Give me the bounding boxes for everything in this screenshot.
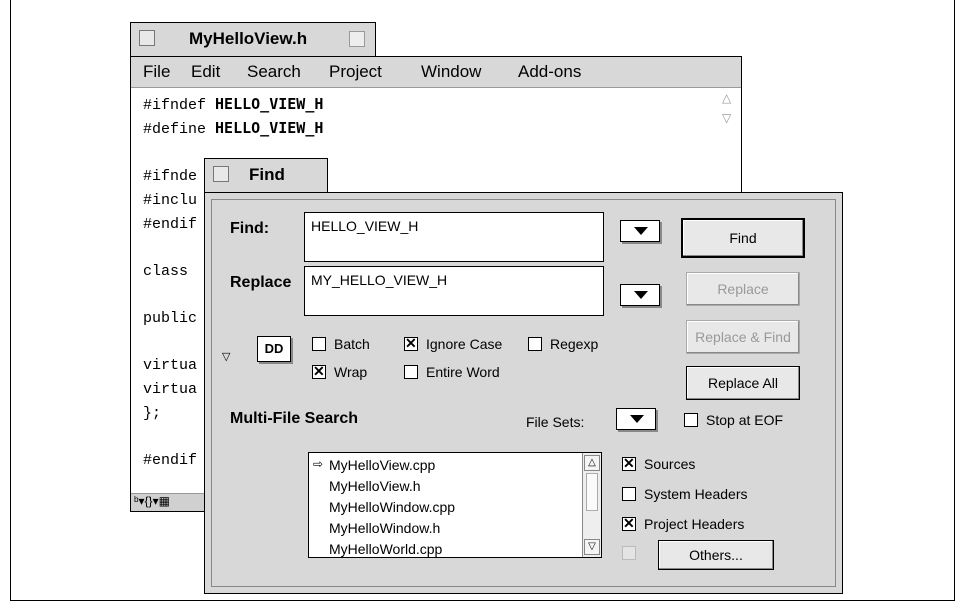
code-line-text: public xyxy=(143,310,198,327)
project-headers-label: Project Headers xyxy=(644,516,745,532)
list-item[interactable]: MyHelloWorld.cpp xyxy=(329,541,442,557)
editor-title-tab[interactable]: MyHelloView.h xyxy=(130,22,376,56)
multi-file-search-label: Multi-File Search xyxy=(230,410,359,427)
ignore-case-checkbox[interactable]: Ignore Case xyxy=(404,335,503,352)
code-line-text: #endif xyxy=(143,452,198,469)
scroll-down-icon[interactable]: ▽ xyxy=(722,111,731,125)
code-line-text: #endif xyxy=(143,216,198,233)
stop-at-eof-checkbox-box[interactable] xyxy=(684,413,698,427)
find-title-tab[interactable]: Find xyxy=(204,158,328,192)
others-checkbox-box xyxy=(622,546,636,560)
close-box-icon[interactable] xyxy=(139,30,155,46)
others-button[interactable]: Others... xyxy=(658,540,774,570)
code-line-text: }; xyxy=(143,405,162,422)
sources-checkbox[interactable]: Sources xyxy=(622,455,696,472)
wrap-checkbox[interactable]: Wrap xyxy=(312,363,368,380)
system-headers-checkbox[interactable]: System Headers xyxy=(622,486,747,502)
replace-and-find-button[interactable]: Replace & Find xyxy=(686,320,800,354)
ignore-case-label: Ignore Case xyxy=(426,336,503,352)
code-line-text: virtua xyxy=(143,381,198,398)
replace-history-dropdown[interactable] xyxy=(620,284,660,306)
sources-checkbox-box[interactable] xyxy=(622,455,636,472)
scroll-thumb[interactable] xyxy=(586,473,598,511)
code-line: #define HELLO_VIEW_H xyxy=(143,117,323,141)
wrap-label: Wrap xyxy=(334,364,368,380)
list-item[interactable]: MyHelloWindow.h xyxy=(329,520,440,536)
entire-word-label: Entire Word xyxy=(426,364,500,380)
code-line-identifier: HELLO_VIEW_H xyxy=(215,119,324,137)
code-line-text: class xyxy=(143,263,198,280)
code-line-identifier: HELLO_VIEW_H xyxy=(215,95,324,113)
list-item[interactable]: MyHelloWindow.cpp xyxy=(329,499,455,515)
file-list[interactable]: ⇨ MyHelloView.cpp MyHelloView.h MyHelloW… xyxy=(308,452,602,558)
list-item[interactable]: MyHelloView.cpp xyxy=(329,457,435,473)
file-sets-dropdown[interactable] xyxy=(616,408,656,430)
menu-file[interactable]: File xyxy=(143,62,170,82)
scroll-up-icon[interactable]: △ xyxy=(722,91,731,105)
code-line-text: virtua xyxy=(143,357,198,374)
project-headers-checkbox[interactable]: Project Headers xyxy=(622,515,745,532)
find-field[interactable]: HELLO_VIEW_H xyxy=(304,212,604,262)
close-box-icon[interactable] xyxy=(213,166,229,182)
wrap-checkbox-box[interactable] xyxy=(312,363,326,380)
file-sets-label: File Sets: xyxy=(526,414,585,430)
find-title: Find xyxy=(249,165,285,184)
menu-edit[interactable]: Edit xyxy=(191,62,220,82)
batch-checkbox-box[interactable] xyxy=(312,337,326,351)
batch-checkbox[interactable]: Batch xyxy=(312,336,370,352)
stop-at-eof-label: Stop at EOF xyxy=(706,412,784,428)
replace-all-button[interactable]: Replace All xyxy=(686,366,800,400)
list-item[interactable]: MyHelloView.h xyxy=(329,478,421,494)
system-headers-label: System Headers xyxy=(644,486,748,502)
replace-label: Replace xyxy=(230,274,292,291)
menu-project[interactable]: Project xyxy=(329,62,382,82)
scroll-up-icon[interactable]: △ xyxy=(584,455,600,471)
menu-search[interactable]: Search xyxy=(247,62,301,82)
editor-status-bar[interactable]: ᵇ▾{}▾▦ xyxy=(131,493,211,511)
code-line-text: #inclu xyxy=(143,192,198,209)
project-headers-checkbox-box[interactable] xyxy=(622,515,636,532)
menu-addons[interactable]: Add-ons xyxy=(518,62,581,82)
menu-window[interactable]: Window xyxy=(421,62,481,82)
sources-label: Sources xyxy=(644,456,696,472)
find-body: Find: HELLO_VIEW_H Find Replace MY_HELLO… xyxy=(204,192,843,594)
regexp-checkbox[interactable]: Regexp xyxy=(528,336,598,352)
current-file-arrow-icon: ⇨ xyxy=(313,457,324,471)
multi-file-toggle-icon[interactable]: DD xyxy=(257,336,291,362)
code-line-text: #ifndef xyxy=(143,97,216,114)
system-headers-checkbox-box[interactable] xyxy=(622,487,636,501)
batch-label: Batch xyxy=(334,336,370,352)
ignore-case-checkbox-box[interactable] xyxy=(404,335,418,352)
regexp-label: Regexp xyxy=(550,336,599,352)
menu-bar: File Edit Search Project Window Add-ons xyxy=(131,57,741,88)
find-inner-panel: Find: HELLO_VIEW_H Find Replace MY_HELLO… xyxy=(211,199,836,587)
scroll-down-icon[interactable]: ▽ xyxy=(584,539,600,555)
find-history-dropdown[interactable] xyxy=(620,220,660,242)
replace-button[interactable]: Replace xyxy=(686,272,800,306)
stop-at-eof-checkbox[interactable]: Stop at EOF xyxy=(684,412,783,428)
code-line: #ifndef HELLO_VIEW_H xyxy=(143,93,323,117)
disclosure-triangle-icon[interactable]: ▽ xyxy=(222,350,230,363)
code-line-text: #ifnde xyxy=(143,168,198,185)
zoom-box-icon[interactable] xyxy=(349,31,365,47)
find-button[interactable]: Find xyxy=(681,218,805,258)
entire-word-checkbox-box[interactable] xyxy=(404,365,418,379)
find-window: Find Find: HELLO_VIEW_H Find Replace MY_… xyxy=(204,158,843,594)
replace-field[interactable]: MY_HELLO_VIEW_H xyxy=(304,266,604,316)
find-label: Find: xyxy=(230,220,270,237)
regexp-checkbox-box[interactable] xyxy=(528,337,542,351)
code-line-text: #define xyxy=(143,121,216,138)
editor-title: MyHelloView.h xyxy=(189,29,308,48)
entire-word-checkbox[interactable]: Entire Word xyxy=(404,364,500,380)
others-checkbox xyxy=(622,546,644,560)
file-list-scrollbar[interactable]: △ ▽ xyxy=(582,453,601,557)
